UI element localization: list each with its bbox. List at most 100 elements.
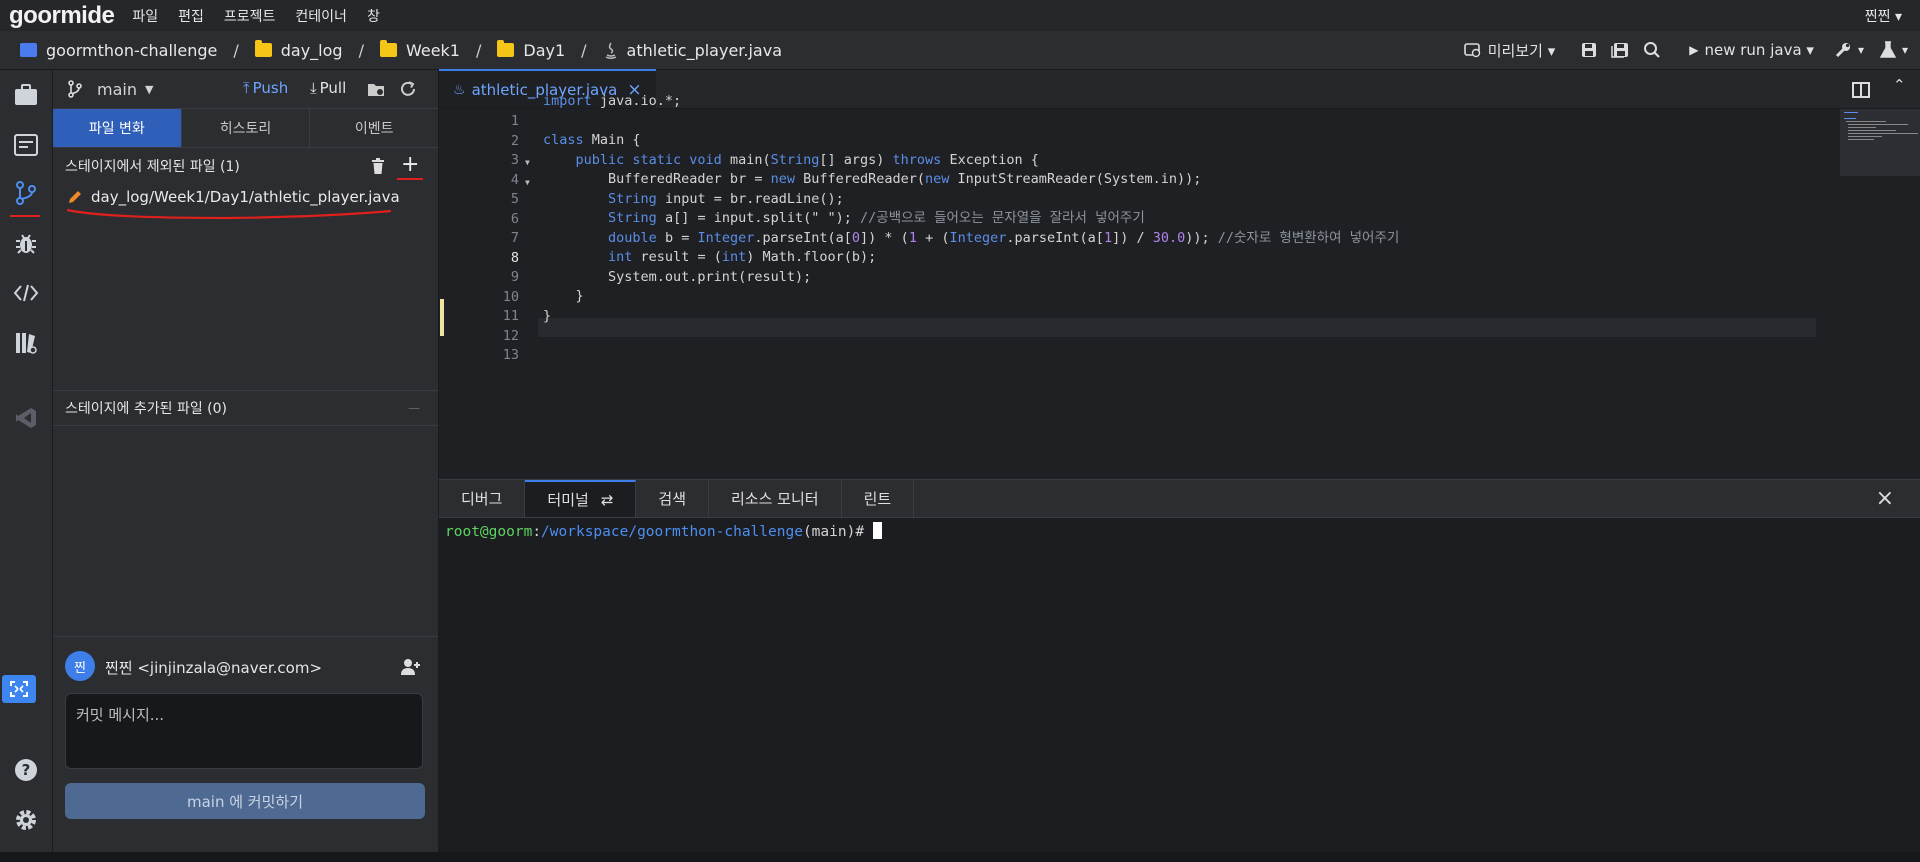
line-number: 7 xyxy=(510,230,519,246)
branch-icon xyxy=(68,80,82,98)
split-editor-icon[interactable] xyxy=(1852,82,1870,98)
settings-gear-icon[interactable] xyxy=(13,807,39,833)
breadcrumb-day1[interactable]: Day1 xyxy=(497,40,565,60)
activity-bar: ? xyxy=(0,70,53,852)
java-icon: ♨ xyxy=(453,81,466,98)
minimap[interactable] xyxy=(1840,109,1920,176)
project-explorer-icon[interactable] xyxy=(13,82,39,108)
menu-edit[interactable]: 편집 xyxy=(178,6,204,26)
commit-author: 찐찐 <jinjinzala@naver.com> xyxy=(105,659,323,677)
menu-window[interactable]: 창 xyxy=(367,6,380,26)
add-user-icon[interactable] xyxy=(401,658,421,676)
pull-button[interactable]: ⤓ Pull xyxy=(310,79,346,97)
outline-icon[interactable] xyxy=(13,132,39,158)
search-icon[interactable] xyxy=(1643,41,1661,59)
tab-search[interactable]: 검색 xyxy=(636,480,709,517)
preview-icon xyxy=(1463,43,1480,58)
line-number: 12 xyxy=(502,327,519,344)
fullscreen-toggle-icon[interactable] xyxy=(2,675,36,703)
code-line: } xyxy=(543,307,552,324)
save-icon[interactable] xyxy=(1581,42,1597,58)
branch-selector[interactable]: main ▼ xyxy=(67,80,153,99)
test-button[interactable]: ▾ xyxy=(1879,41,1908,59)
menu-file[interactable]: 파일 xyxy=(132,6,158,26)
build-tools-button[interactable]: ▾ xyxy=(1834,41,1864,59)
line-number: 13 xyxy=(502,347,519,363)
terminal-prompt[interactable]: root@goorm:/workspace/goormthon-challeng… xyxy=(445,522,882,540)
active-annotation-underline xyxy=(10,215,40,217)
arrow-down-icon: ⤓ xyxy=(310,79,317,97)
folder-icon xyxy=(254,40,272,57)
line-number: 6 xyxy=(510,210,519,227)
folder-icon xyxy=(497,40,515,57)
briefcase-icon xyxy=(20,43,37,57)
breadcrumb-project[interactable]: goormthon-challenge xyxy=(20,41,217,60)
wrench-icon xyxy=(1835,43,1850,58)
annotation-underline xyxy=(397,178,423,180)
bottom-panel: 디버그 터미널 ⇄ 검색 리소스 모니터 린트 × root@goorm:/wo… xyxy=(439,479,1920,853)
breadcrumb-separator: / xyxy=(475,40,482,60)
pencil-modified-icon xyxy=(69,191,81,203)
line-number: 2 xyxy=(510,132,519,149)
collapse-icon[interactable]: — xyxy=(408,401,420,415)
trash-icon[interactable] xyxy=(371,158,385,174)
debug-bug-icon[interactable] xyxy=(13,230,39,256)
run-button[interactable]: ▶ new run java ▾ xyxy=(1689,41,1814,59)
save-all-icon[interactable] xyxy=(1611,42,1629,58)
swap-icon[interactable]: ⇄ xyxy=(601,491,614,509)
avatar: 찐 xyxy=(65,651,95,681)
source-control-icon[interactable] xyxy=(13,180,39,206)
line-number: 9 xyxy=(510,269,519,285)
code-line: String a[] = input.split(" "); //공백으로 들어… xyxy=(608,210,1145,226)
code-line: System.out.print(result); xyxy=(543,268,812,285)
terminal-cursor xyxy=(872,522,882,539)
library-icon[interactable] xyxy=(13,330,39,356)
breadcrumb-file[interactable]: athletic_player.java xyxy=(603,41,782,60)
refresh-icon[interactable] xyxy=(399,80,417,98)
folder-settings-icon[interactable] xyxy=(367,81,385,97)
vscode-icon[interactable] xyxy=(13,405,39,431)
line-number: 3 xyxy=(510,152,519,168)
breadcrumb-week1[interactable]: Week1 xyxy=(379,40,460,60)
play-icon: ▶ xyxy=(1689,43,1699,57)
fold-arrow-icon[interactable]: ▼ xyxy=(525,178,530,187)
menu-container[interactable]: 컨테이너 xyxy=(295,6,347,26)
tab-lint[interactable]: 린트 xyxy=(842,480,915,517)
source-control-panel: main ▼ ⤒ Push ⤓ Pull 파일 변화 히스토리 이벤트 스테이지… xyxy=(53,70,439,853)
code-snippets-icon[interactable] xyxy=(13,280,39,306)
close-panel-icon[interactable]: × xyxy=(1876,486,1894,511)
line-number: 8 xyxy=(510,249,519,266)
scm-toolbar: main ▼ ⤒ Push ⤓ Pull xyxy=(53,70,438,108)
fold-arrow-icon[interactable]: ▼ xyxy=(525,158,530,167)
chevron-up-icon[interactable]: ⌃ xyxy=(1893,76,1906,94)
unstaged-section-header: 스테이지에서 제외된 파일 (1) + xyxy=(53,148,438,184)
line-number: 11 xyxy=(502,308,519,324)
java-icon xyxy=(605,42,616,59)
tab-history[interactable]: 히스토리 xyxy=(182,109,311,147)
preview-button[interactable]: 미리보기 ▾ xyxy=(1463,40,1555,61)
svg-text:?: ? xyxy=(22,761,31,779)
code-line: String input = br.readLine(); xyxy=(608,190,844,207)
tab-terminal[interactable]: 터미널 ⇄ xyxy=(525,480,637,517)
tab-file-changes[interactable]: 파일 변화 xyxy=(53,109,182,147)
user-menu[interactable]: 찐찐 ▾ xyxy=(1865,6,1902,26)
breadcrumb-separator: / xyxy=(233,40,239,60)
push-button[interactable]: ⤒ Push xyxy=(243,79,288,97)
menu-project[interactable]: 프로젝트 xyxy=(224,6,276,26)
breadcrumb-separator: / xyxy=(358,40,364,60)
code-line: import java.io.*; xyxy=(543,93,682,109)
code-line: } xyxy=(543,288,584,304)
breadcrumb-day-log[interactable]: day_log xyxy=(254,40,343,60)
stage-all-plus-icon[interactable]: + xyxy=(401,152,419,177)
tab-debug[interactable]: 디버그 xyxy=(439,480,526,517)
line-number: 10 xyxy=(502,288,519,305)
commit-button[interactable]: main 에 커밋하기 xyxy=(65,783,425,819)
red-annotation-underline xyxy=(66,208,392,220)
tab-resource-monitor[interactable]: 리소스 모니터 xyxy=(709,480,842,517)
folder-icon xyxy=(379,40,397,57)
help-icon[interactable]: ? xyxy=(13,757,39,783)
commit-message-input[interactable]: 커밋 메시지... xyxy=(65,693,423,769)
line-number: 4 xyxy=(510,171,519,188)
code-editor: ♨ athletic_player.java × ⌃ 1 2 3 4 5 6 7 8 9 10 11… xyxy=(439,69,1920,479)
tab-events[interactable]: 이벤트 xyxy=(310,109,438,147)
